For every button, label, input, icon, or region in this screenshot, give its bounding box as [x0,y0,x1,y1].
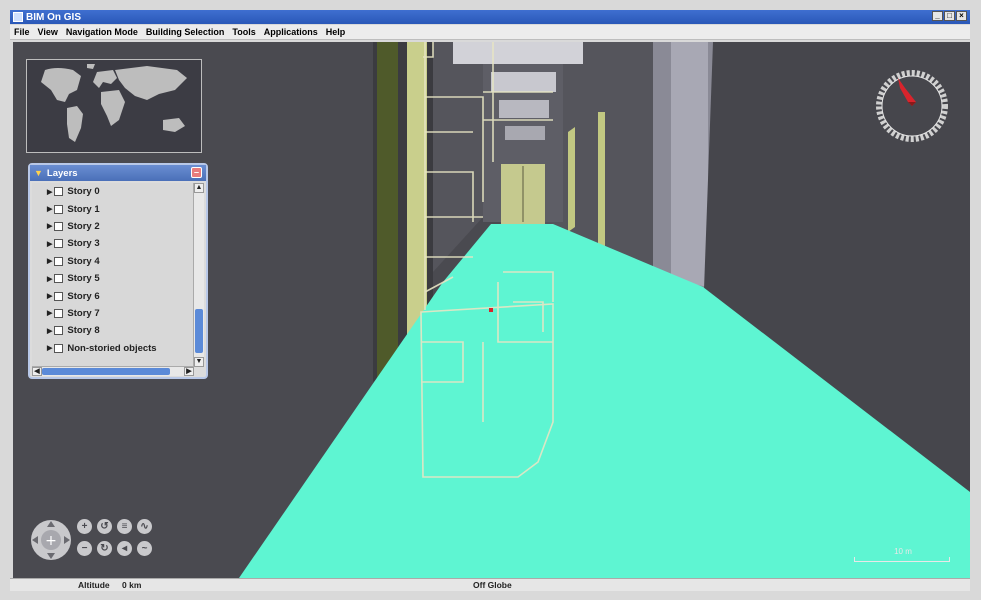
minimize-button[interactable]: _ [932,11,943,21]
menu-bar: File View Navigation Mode Building Selec… [10,25,970,40]
layer-item[interactable]: ▶ Story 5 [32,270,194,287]
layers-icon: ▼ [34,168,43,178]
3d-viewport[interactable]: ▼ Layers – ▶ Story 0 ▶ Story 1 ▶ Story 2 ▶ S… [13,42,970,578]
layer-item[interactable]: ▶ Story 8 [32,322,194,339]
layers-panel: ▼ Layers – ▶ Story 0 ▶ Story 1 ▶ Story 2 ▶ S… [28,163,208,379]
layer-checkbox[interactable] [54,187,64,197]
scale-bar: 10 m [854,547,952,563]
expand-arrow-icon[interactable]: ▶ [47,344,52,352]
layer-item[interactable]: ▶ Story 2 [32,218,194,235]
menu-view[interactable]: View [34,27,62,37]
menu-help[interactable]: Help [322,27,350,37]
tilt-down-icon[interactable]: ◂ [117,541,132,556]
layer-item[interactable]: ▶ Story 7 [32,305,194,322]
rotate-right-icon[interactable]: ↻ [97,541,112,556]
expand-arrow-icon[interactable]: ▶ [47,188,52,196]
layer-label: Story 5 [67,273,100,285]
zoom-in-icon[interactable]: + [77,519,92,534]
menu-applications[interactable]: Applications [260,27,322,37]
status-bar: Altitude 0 km Off Globe [10,578,970,591]
window-title: BIM On GIS [26,11,81,23]
altitude-value: 0 km [122,580,142,590]
layer-label: Story 0 [67,186,100,198]
title-bar: BIM On GIS _ □ × [10,10,970,24]
layer-item[interactable]: ▶ Story 1 [32,200,194,217]
layer-item[interactable]: ▶ Story 3 [32,235,194,252]
altitude-label: Altitude [78,580,110,590]
layer-label: Story 1 [67,203,100,215]
world-minimap[interactable] [26,59,202,153]
tilt-up-icon[interactable]: ≡ [117,519,132,534]
layer-label: Story 7 [67,307,100,319]
layer-item[interactable]: ▶ Story 4 [32,253,194,270]
layers-list: ▶ Story 0 ▶ Story 1 ▶ Story 2 ▶ Story 3 ▶ Sto… [32,183,194,367]
svg-text:+: + [45,533,57,549]
expand-arrow-icon[interactable]: ▶ [47,275,52,283]
rotate-left-icon[interactable]: ↺ [97,519,112,534]
menu-navigation-mode[interactable]: Navigation Mode [62,27,142,37]
layer-checkbox[interactable] [54,343,64,353]
menu-building-selection[interactable]: Building Selection [142,27,229,37]
layer-label: Non-storied objects [67,342,157,354]
layer-label: Story 8 [67,325,100,337]
layer-checkbox[interactable] [54,239,64,249]
menu-file[interactable]: File [10,27,34,37]
world-map-graphic [27,60,201,152]
fly-icon[interactable]: ~ [137,541,152,556]
globe-status: Off Globe [473,580,512,590]
horizontal-scroll-thumb[interactable] [42,368,170,375]
menu-tools[interactable]: Tools [228,27,259,37]
scroll-left-icon[interactable]: ◀ [32,367,42,376]
expand-arrow-icon[interactable]: ▶ [47,292,52,300]
layer-label: Story 6 [67,290,100,302]
expand-arrow-icon[interactable]: ▶ [47,257,52,265]
layers-panel-header[interactable]: ▼ Layers – [30,165,206,181]
scroll-right-icon[interactable]: ▶ [184,367,194,376]
layer-item[interactable]: ▶ Story 0 [32,183,194,200]
layer-label: Story 2 [67,220,100,232]
maximize-button[interactable]: □ [944,11,955,21]
compass-icon [876,70,948,142]
app-icon [13,12,23,22]
expand-arrow-icon[interactable]: ▶ [47,240,52,248]
scroll-up-icon[interactable]: ▲ [194,183,204,193]
navigation-controls: + + ↺ ≡ ∿ − ↻ ◂ ~ [27,514,167,570]
layer-checkbox[interactable] [54,326,64,336]
layer-checkbox[interactable] [54,204,64,214]
scale-label: 10 m [894,547,912,556]
expand-arrow-icon[interactable]: ▶ [47,309,52,317]
layer-item[interactable]: ▶ Non-storied objects [32,340,194,357]
reset-view-icon[interactable]: ∿ [137,519,152,534]
window-controls: _ □ × [932,11,967,21]
vertical-scroll-thumb[interactable] [195,309,203,353]
layers-panel-close-button[interactable]: – [191,167,202,178]
compass[interactable] [872,66,952,146]
scale-ruler [854,557,950,562]
expand-arrow-icon[interactable]: ▶ [47,222,52,230]
scroll-down-icon[interactable]: ▼ [194,357,204,367]
zoom-out-icon[interactable]: − [77,541,92,556]
layer-label: Story 4 [67,255,100,267]
layers-vertical-scrollbar[interactable]: ▲ ▼ [193,183,204,367]
expand-arrow-icon[interactable]: ▶ [47,327,52,335]
layer-checkbox[interactable] [54,274,64,284]
close-button[interactable]: × [956,11,967,21]
layer-item[interactable]: ▶ Story 6 [32,287,194,304]
layer-checkbox[interactable] [54,221,64,231]
layer-checkbox[interactable] [54,256,64,266]
expand-arrow-icon[interactable]: ▶ [47,205,52,213]
layer-label: Story 3 [67,238,100,250]
layers-panel-title: Layers [46,167,78,179]
pan-icon[interactable]: + [29,518,73,562]
layers-horizontal-scrollbar[interactable]: ◀ ▶ [32,366,194,376]
app-window: BIM On GIS _ □ × File View Navigation Mo… [0,0,981,600]
layer-checkbox[interactable] [54,291,64,301]
layer-checkbox[interactable] [54,308,64,318]
